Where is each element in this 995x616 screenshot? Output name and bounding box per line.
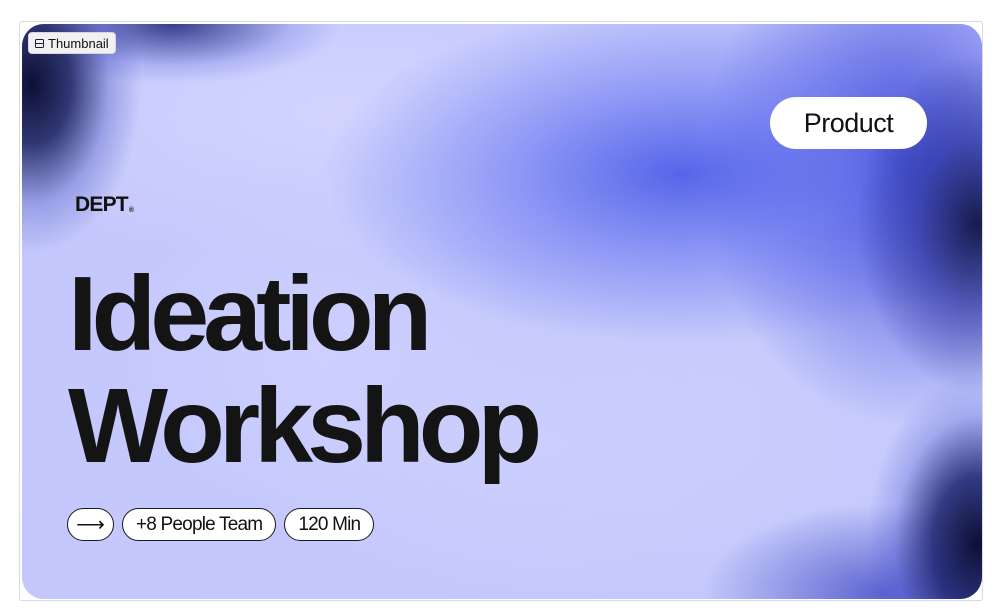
title-line-1: Ideation xyxy=(68,255,432,373)
arrow-pill: ⟶ xyxy=(67,508,114,541)
arrow-right-icon: ⟶ xyxy=(76,514,105,536)
duration-pill: 120 Min xyxy=(284,508,375,541)
thumbnail-badge: Thumbnail xyxy=(28,32,116,54)
registered-mark: ® xyxy=(128,207,134,214)
thumbnail-badge-label: Thumbnail xyxy=(48,35,109,51)
slide-title: Ideation Workshop xyxy=(68,255,542,485)
title-line-2: Workshop xyxy=(68,367,542,485)
brand-name: DEPT xyxy=(75,193,129,216)
brand-logo: DEPT ® xyxy=(75,193,134,217)
product-tag: Product xyxy=(770,97,927,149)
team-size-pill: +8 People Team xyxy=(122,508,277,541)
meta-pills: ⟶ +8 People Team 120 Min xyxy=(67,508,375,541)
thumbnail-icon xyxy=(35,38,44,48)
